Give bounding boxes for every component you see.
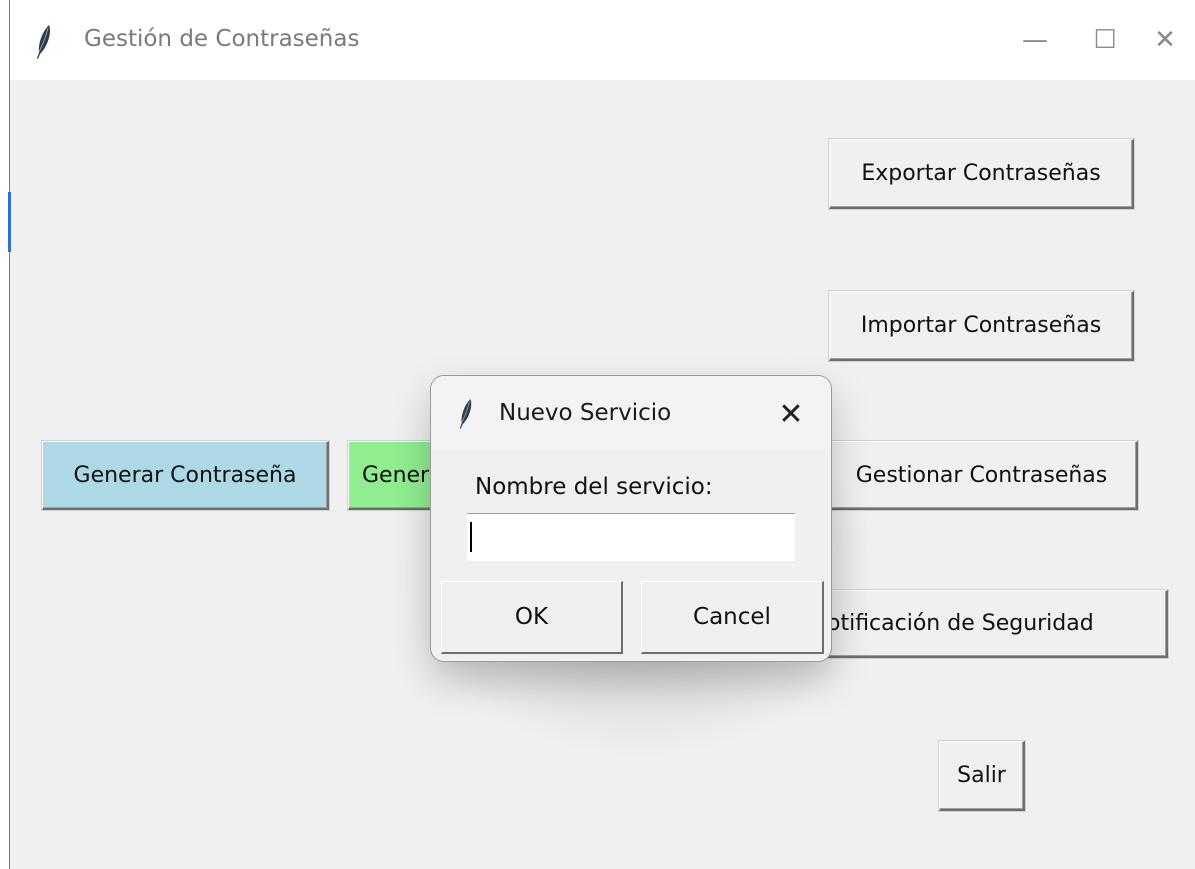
import-passwords-button[interactable]: Importar Contraseñas [829, 291, 1134, 361]
minimize-button[interactable]: — [1000, 0, 1070, 80]
close-button[interactable]: ✕ [1130, 0, 1195, 80]
dialog-title: Nuevo Servicio [499, 400, 672, 426]
export-passwords-button[interactable]: Exportar Contraseñas [829, 139, 1134, 209]
edge-line [9, 0, 10, 869]
ok-button[interactable]: OK [441, 581, 623, 654]
dialog-close-button[interactable]: ✕ [771, 392, 811, 436]
window-title: Gestión de Contraseñas [84, 26, 360, 52]
text-cursor [470, 522, 472, 552]
titlebar: Gestión de Contraseñas — ☐ ✕ [10, 0, 1195, 80]
main-window: Gestión de Contraseñas — ☐ ✕ Exportar Co… [0, 0, 1195, 869]
generate-password-button[interactable]: Generar Contraseña [42, 441, 329, 510]
service-name-input[interactable] [467, 513, 795, 561]
feather-icon [37, 25, 50, 59]
dialog-titlebar: Nuevo Servicio ✕ [431, 376, 831, 451]
background-window-edge [0, 0, 11, 869]
cancel-button[interactable]: Cancel [641, 581, 824, 654]
service-name-label: Nombre del servicio: [475, 474, 713, 500]
edge-highlight [8, 192, 11, 252]
feather-icon [459, 399, 472, 429]
exit-button[interactable]: Salir [939, 741, 1025, 811]
new-service-dialog: Nuevo Servicio ✕ Nombre del servicio: OK… [430, 375, 832, 662]
